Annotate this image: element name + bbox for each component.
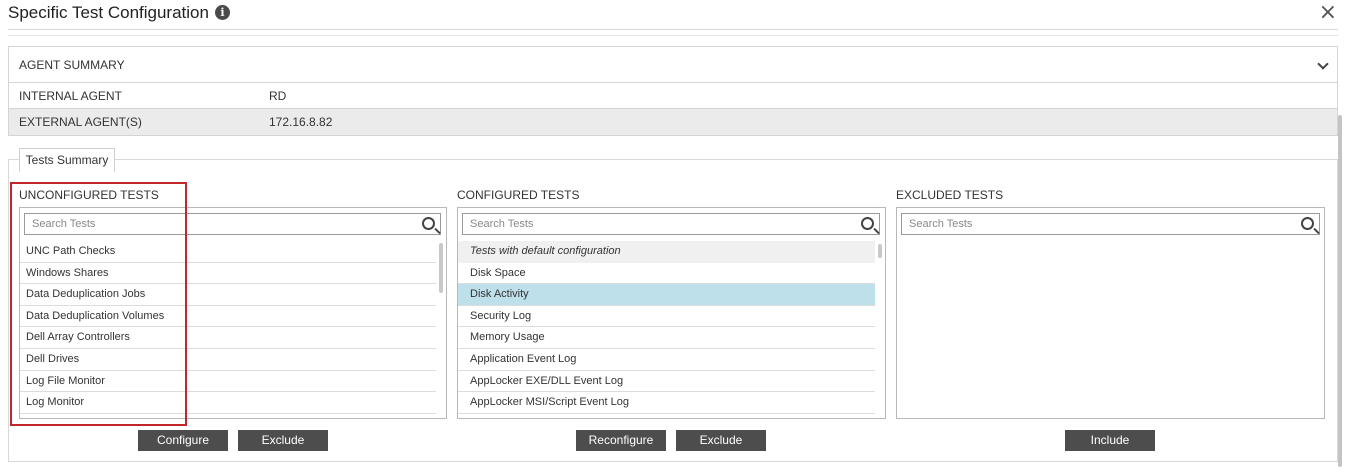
chevron-down-icon[interactable] xyxy=(1317,58,1329,70)
external-agent-row: EXTERNAL AGENT(S) 172.16.8.82 xyxy=(9,109,1337,135)
search-icon[interactable] xyxy=(422,217,435,230)
excluded-tests-title: EXCLUDED TESTS xyxy=(896,188,1004,202)
title-divider xyxy=(8,29,1338,36)
configure-button[interactable]: Configure xyxy=(138,430,228,451)
search-icon[interactable] xyxy=(1301,217,1314,230)
list-item[interactable]: Application Event Log xyxy=(458,349,875,371)
agent-summary-title: AGENT SUMMARY xyxy=(19,58,125,72)
list-item[interactable]: Memory Usage xyxy=(458,327,875,349)
list-item[interactable]: Data Deduplication Volumes xyxy=(20,306,436,328)
external-agent-label: EXTERNAL AGENT(S) xyxy=(19,115,142,129)
list-item[interactable]: Data Deduplication Jobs xyxy=(20,284,436,306)
unconfigured-search-input[interactable]: Search Tests xyxy=(24,213,441,235)
info-icon[interactable]: i xyxy=(215,5,230,20)
exclude-button[interactable]: Exclude xyxy=(238,430,328,451)
internal-agent-value: RD xyxy=(269,89,287,103)
configured-tests-list: Tests with default configuration Disk Sp… xyxy=(458,241,885,418)
configured-tests-list-panel: Search Tests Tests with default configur… xyxy=(457,207,886,419)
unconfigured-tests-list-panel: Search Tests UNC Path Checks Windows Sha… xyxy=(19,207,447,419)
list-item-partial[interactable] xyxy=(20,414,436,418)
configured-search-input[interactable]: Search Tests xyxy=(462,213,880,235)
excluded-tests-list xyxy=(897,241,1324,418)
configured-list-scrollbar[interactable] xyxy=(878,244,882,258)
external-agent-value: 172.16.8.82 xyxy=(269,115,333,129)
list-item[interactable]: Windows Shares xyxy=(20,263,436,285)
internal-agent-label: INTERNAL AGENT xyxy=(19,89,122,103)
group-header: Tests with default configuration xyxy=(458,241,875,263)
excluded-search-input[interactable]: Search Tests xyxy=(901,213,1320,235)
list-item[interactable]: UNC Path Checks xyxy=(20,241,436,263)
list-item[interactable]: Log Monitor xyxy=(20,392,436,414)
list-item[interactable]: Log File Monitor xyxy=(20,371,436,393)
list-item[interactable]: Dell Drives xyxy=(20,349,436,371)
excluded-tests-list-panel: Search Tests xyxy=(896,207,1325,419)
tab-tests-summary[interactable]: Tests Summary xyxy=(19,148,115,172)
excluded-search-placeholder: Search Tests xyxy=(909,218,973,230)
agent-summary-header[interactable]: AGENT SUMMARY xyxy=(9,47,1337,83)
list-item-partial[interactable] xyxy=(458,414,875,418)
exclude-configured-button[interactable]: Exclude xyxy=(676,430,766,451)
dialog-title: Specific Test Configuration xyxy=(8,3,209,22)
list-item[interactable]: AppLocker MSI/Script Event Log xyxy=(458,392,875,414)
include-button[interactable]: Include xyxy=(1065,430,1155,451)
list-item[interactable]: Dell Array Controllers xyxy=(20,327,436,349)
page-scrollbar[interactable] xyxy=(1338,115,1342,467)
search-icon[interactable] xyxy=(861,217,874,230)
configured-tests-title: CONFIGURED TESTS xyxy=(457,188,580,202)
unconfigured-search-placeholder: Search Tests xyxy=(32,218,96,230)
unconfigured-tests-list: UNC Path Checks Windows Shares Data Dedu… xyxy=(20,241,446,418)
internal-agent-row: INTERNAL AGENT RD xyxy=(9,83,1337,109)
list-item-selected[interactable]: Disk Activity xyxy=(458,284,875,306)
list-item[interactable]: Security Log xyxy=(458,306,875,328)
reconfigure-button[interactable]: Reconfigure xyxy=(576,430,666,451)
unconfigured-list-scrollbar[interactable] xyxy=(439,243,443,293)
dialog-title-bar: Specific Test Configuration i × xyxy=(0,0,1345,30)
close-icon[interactable]: × xyxy=(1319,2,1337,24)
unconfigured-tests-title: UNCONFIGURED TESTS xyxy=(19,188,159,202)
list-item[interactable]: AppLocker EXE/DLL Event Log xyxy=(458,371,875,393)
agent-summary-panel: AGENT SUMMARY INTERNAL AGENT RD EXTERNAL… xyxy=(8,46,1338,136)
configured-search-placeholder: Search Tests xyxy=(470,218,534,230)
list-item[interactable]: Disk Space xyxy=(458,263,875,285)
